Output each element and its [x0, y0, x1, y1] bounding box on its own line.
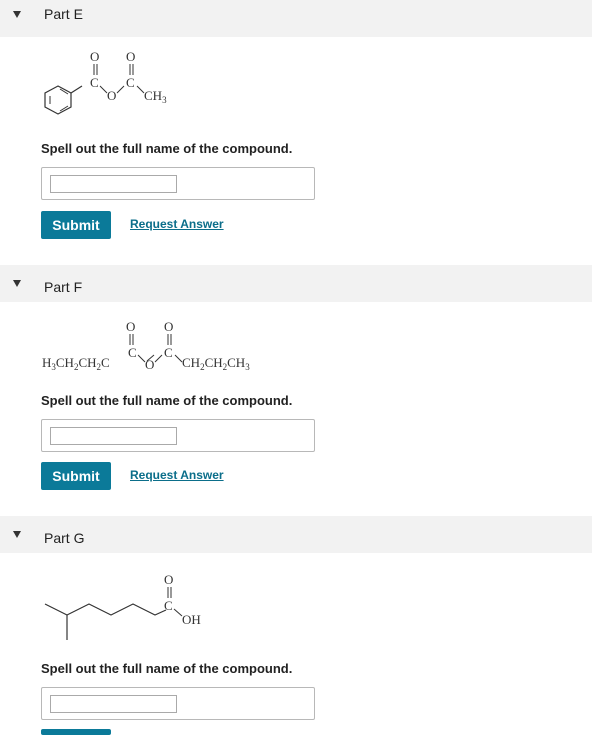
triangle-down-icon[interactable]	[13, 531, 21, 538]
oxygen-label: O	[126, 319, 135, 334]
answer-input[interactable]	[50, 175, 177, 193]
part-title: Part E	[44, 6, 83, 22]
part-f-header[interactable]: Part F	[0, 265, 592, 302]
oxygen-label: O	[164, 319, 173, 334]
question-prompt: Spell out the full name of the compound.	[41, 393, 293, 408]
carbon-label: C	[126, 75, 135, 90]
part-e-header[interactable]: Part E	[0, 0, 592, 37]
bridging-oxygen-label: O	[145, 357, 154, 372]
oxygen-label: O	[164, 572, 173, 587]
submit-button[interactable]	[41, 729, 111, 735]
triangle-down-icon[interactable]	[13, 280, 21, 287]
oxygen-label: O	[126, 49, 135, 64]
request-answer-link[interactable]: Request Answer	[130, 217, 224, 231]
submit-button[interactable]: Submit	[41, 462, 111, 490]
request-answer-link[interactable]: Request Answer	[130, 468, 224, 482]
hydroxyl-label: OH	[182, 612, 201, 627]
part-g-header[interactable]: Part G	[0, 516, 592, 553]
answer-input[interactable]	[50, 427, 177, 445]
question-prompt: Spell out the full name of the compound.	[41, 141, 293, 156]
right-alkyl-group-label: CH2CH2CH3	[182, 355, 250, 372]
methyl-label: CH3	[144, 88, 167, 105]
bridging-oxygen-label: O	[107, 88, 116, 103]
oxygen-label: O	[90, 49, 99, 64]
submit-button[interactable]: Submit	[41, 211, 111, 239]
molecule-structure-e: O C O O C CH3	[44, 49, 167, 115]
left-alkyl-group-label: H3CH2CH2C	[42, 355, 110, 372]
part-title: Part G	[44, 530, 85, 546]
carbon-label: C	[164, 598, 173, 613]
molecule-structure-f: H3CH2CH2C O C O O C CH2CH2CH3	[42, 319, 250, 372]
carbon-label: C	[90, 75, 99, 90]
answer-field-container	[41, 687, 315, 720]
carbon-label: C	[164, 345, 173, 360]
answer-input[interactable]	[50, 695, 177, 713]
molecule-structure-g: O C OH	[44, 572, 201, 640]
answer-field-container	[41, 419, 315, 452]
carbon-label: C	[128, 345, 137, 360]
triangle-down-icon[interactable]	[13, 11, 21, 18]
answer-field-container	[41, 167, 315, 200]
part-title: Part F	[44, 279, 83, 295]
question-prompt: Spell out the full name of the compound.	[41, 661, 293, 676]
